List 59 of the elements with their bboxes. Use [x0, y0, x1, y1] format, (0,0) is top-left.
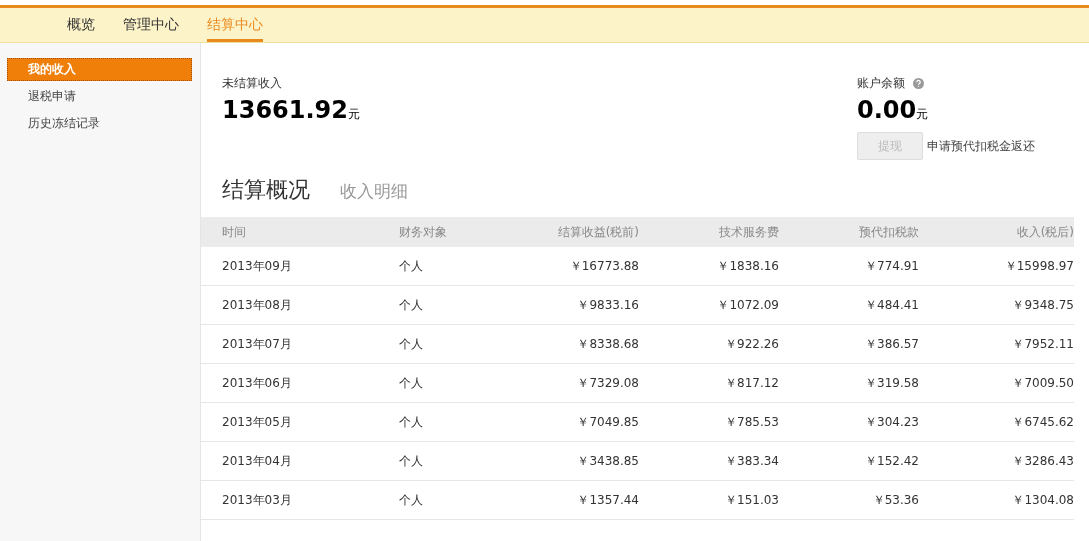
table-cell: 2013年09月: [201, 247, 399, 286]
table-cell: 2013年05月: [201, 403, 399, 442]
table-cell: 个人: [399, 325, 509, 364]
table-cell: ￥785.53: [639, 403, 779, 442]
help-icon[interactable]: [913, 78, 924, 89]
table-cell: ￥1304.08: [919, 481, 1074, 520]
sidebar-item[interactable]: 退税申请: [7, 85, 192, 108]
table-cell: ￥383.34: [639, 442, 779, 481]
column-header: 预代扣税款: [779, 217, 919, 247]
table-cell: ￥922.26: [639, 325, 779, 364]
refund-link[interactable]: 申请预代扣税金返还: [927, 137, 1035, 155]
table-cell: ￥319.58: [779, 364, 919, 403]
table-cell: ￥7049.85: [509, 403, 639, 442]
table-cell: ￥1357.44: [509, 481, 639, 520]
table-cell: ￥1838.16: [639, 247, 779, 286]
table-cell: ￥817.12: [639, 364, 779, 403]
table-cell: ￥7329.08: [509, 364, 639, 403]
section-tab[interactable]: 结算概况: [222, 175, 310, 205]
table-cell: ￥7009.50: [919, 364, 1074, 403]
table-cell: ￥53.36: [779, 481, 919, 520]
table-cell: ￥9833.16: [509, 286, 639, 325]
table-cell: ￥6745.62: [919, 403, 1074, 442]
balance-label: 账户余额: [857, 75, 905, 92]
table-cell: ￥9348.75: [919, 286, 1074, 325]
table-cell: 个人: [399, 481, 509, 520]
table-cell: 个人: [399, 442, 509, 481]
table-cell: 个人: [399, 364, 509, 403]
column-header: 技术服务费: [639, 217, 779, 247]
table-cell: ￥386.57: [779, 325, 919, 364]
column-header: 时间: [201, 217, 399, 247]
table-cell: ￥484.41: [779, 286, 919, 325]
table-cell: 个人: [399, 247, 509, 286]
table-cell: ￥774.91: [779, 247, 919, 286]
nav-tab[interactable]: 概览: [67, 8, 95, 42]
unsettled-amount: 13661.92 元: [222, 96, 360, 126]
table-cell: 2013年07月: [201, 325, 399, 364]
table-cell: ￥3286.43: [919, 442, 1074, 481]
table-cell: 2013年08月: [201, 286, 399, 325]
table-cell: 个人: [399, 286, 509, 325]
table-cell: 2013年03月: [201, 481, 399, 520]
table-cell: ￥7952.11: [919, 325, 1074, 364]
table-cell: ￥151.03: [639, 481, 779, 520]
column-header: 财务对象: [399, 217, 509, 247]
table-cell: ￥152.42: [779, 442, 919, 481]
table-cell: ￥8338.68: [509, 325, 639, 364]
table-cell: ￥1072.09: [639, 286, 779, 325]
table-cell: ￥3438.85: [509, 442, 639, 481]
unsettled-label: 未结算收入: [222, 75, 283, 92]
balance-amount: 0.00元: [857, 96, 930, 126]
table-cell: 2013年06月: [201, 364, 399, 403]
column-header: 结算收益(税前): [509, 217, 639, 247]
table-cell: 个人: [399, 403, 509, 442]
table-cell: ￥304.23: [779, 403, 919, 442]
nav-tab[interactable]: 管理中心: [123, 8, 179, 42]
table-cell: ￥15998.97: [919, 247, 1074, 286]
table-cell: 2013年04月: [201, 442, 399, 481]
column-header: 收入(税后): [919, 217, 1074, 247]
table-cell: ￥16773.88: [509, 247, 639, 286]
sidebar-item[interactable]: 历史冻结记录: [7, 112, 192, 135]
